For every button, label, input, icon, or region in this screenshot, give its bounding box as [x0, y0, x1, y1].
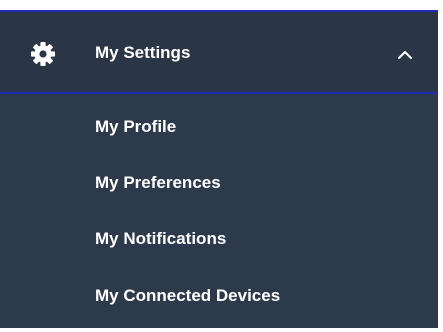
gear-icon	[30, 41, 56, 67]
menu-item-label: My Connected Devices	[95, 286, 281, 305]
my-settings-label: My Settings	[95, 43, 191, 62]
menu-item-label: My Preferences	[95, 173, 221, 192]
menu-item-my-connected-devices[interactable]: My Connected Devices	[0, 266, 438, 322]
settings-submenu: My Profile My Preferences My Notificatio…	[0, 94, 438, 328]
menu-item-label: My Profile	[95, 117, 177, 136]
menu-item-my-profile[interactable]: My Profile	[0, 97, 438, 153]
menu-item-my-notifications[interactable]: My Notifications	[0, 209, 438, 265]
chevron-up-icon[interactable]	[397, 49, 413, 61]
menu-item-label: My Notifications	[95, 229, 227, 248]
menu-item-my-preferences[interactable]: My Preferences	[0, 153, 438, 209]
settings-menu: My Settings My Profile My Preferences My…	[0, 10, 438, 328]
my-settings-toggle[interactable]: My Settings	[0, 10, 438, 94]
